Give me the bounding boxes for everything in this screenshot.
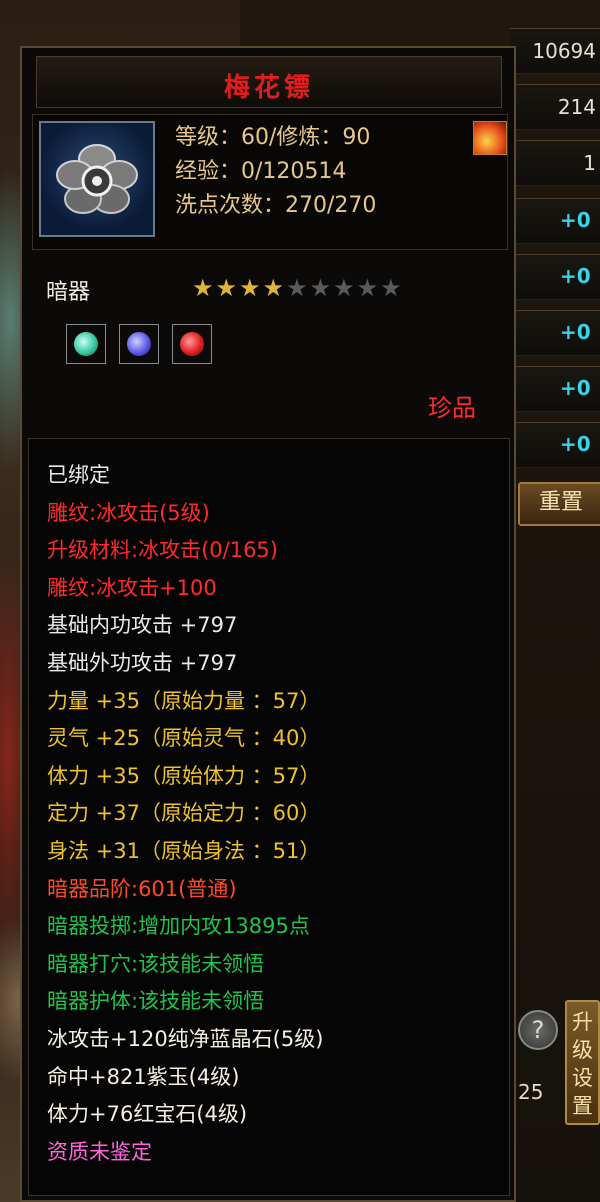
stat-row: 214	[510, 84, 600, 130]
stat-plus-button[interactable]: +0	[560, 320, 591, 344]
counter-value: 25	[518, 1080, 544, 1104]
attribute-line: 定力 +37（原始定力 ：60）	[47, 801, 321, 826]
star-empty-icon: ★	[380, 274, 402, 302]
attribute-line: 身法 +31（原始身法 ：51）	[47, 838, 321, 863]
item-type: 暗器	[46, 280, 91, 305]
attribute-list: 已绑定雕纹:冰攻击(5级) 升级材料:冰攻击(0/165) 雕纹:冰攻击+100 基础…	[47, 457, 323, 1171]
wash-count-line: 洗点次数：270/270	[175, 193, 377, 218]
attribute-line: 体力+76红宝石(4级)	[47, 1102, 248, 1127]
flame-icon	[473, 121, 507, 155]
attribute-line: 暗器打穴:该技能未领悟	[47, 951, 265, 976]
blue-gem-icon	[119, 324, 160, 364]
green-gem-icon	[66, 324, 106, 364]
attribute-line: 资质未鉴定	[47, 1139, 152, 1164]
gem-slots	[66, 324, 220, 368]
item-tooltip: 梅花镖 等级：60/修炼：90 经验：0/120514 洗点次数：270/270…	[20, 46, 516, 1202]
attribute-line: 暗器护体:该技能未领悟	[47, 989, 265, 1014]
stat-plus-button[interactable]: +0	[560, 376, 591, 400]
attribute-line: 力量 +35（原始力量 ：57）	[47, 688, 321, 713]
level-line: 等级：60/修炼：90	[175, 125, 371, 150]
stat-value: 10694	[532, 39, 596, 63]
attribute-line: 灵气 +25（原始灵气 ：40）	[47, 726, 321, 751]
rarity-label: 珍品	[428, 394, 476, 422]
stat-plus-button[interactable]: +0	[560, 264, 591, 288]
attribute-line: 基础内功攻击 +797	[47, 613, 238, 638]
upgrade-settings-button[interactable]: 升级设置	[565, 1000, 600, 1125]
attribute-panel: 已绑定雕纹:冰攻击(5级) 升级材料:冰攻击(0/165) 雕纹:冰攻击+100 基础…	[28, 438, 510, 1196]
plum-blossom-dart-icon	[39, 121, 155, 237]
title-bar: 梅花镖	[36, 56, 502, 108]
attribute-line: 已绑定	[47, 463, 110, 487]
stat-value: 214	[557, 95, 596, 119]
attribute-line: 命中+821紫玉(4级)	[47, 1064, 240, 1089]
star-filled-icon: ★	[192, 274, 214, 302]
star-filled-icon: ★	[239, 274, 261, 302]
attribute-line: 暗器品阶:601(普通)	[47, 876, 237, 901]
attribute-line: 雕纹:冰攻击(5级)	[47, 500, 210, 525]
attribute-line: 体力 +35（原始体力 ：57）	[47, 763, 321, 788]
attribute-line: 升级材料:冰攻击(0/165)	[47, 538, 278, 563]
stat-plus-button[interactable]: +0	[560, 208, 591, 232]
star-filled-icon: ★	[262, 274, 285, 302]
stat-plus-button[interactable]: +0	[560, 432, 591, 456]
star-rating: ★★★★★★★★★	[192, 274, 404, 302]
attribute-line: 基础外功攻击 +797	[47, 650, 238, 675]
stat-row: 1	[510, 140, 600, 186]
attribute-line: 冰攻击+120纯净蓝晶石(5级)	[47, 1026, 324, 1051]
stat-value: 1	[583, 151, 596, 175]
stat-row: 10694	[510, 28, 600, 74]
star-empty-icon: ★	[309, 274, 332, 302]
star-empty-icon: ★	[356, 274, 379, 302]
help-icon[interactable]: ?	[518, 1010, 558, 1050]
star-empty-icon: ★	[286, 274, 308, 302]
attribute-line: 雕纹:冰攻击+100	[47, 575, 217, 600]
item-header: 等级：60/修炼：90 经验：0/120514 洗点次数：270/270	[32, 114, 508, 250]
exp-line: 经验：0/120514	[175, 159, 347, 184]
attribute-line: 暗器投掷:增加内攻13895点	[47, 914, 310, 939]
item-name: 梅花镖	[223, 73, 314, 103]
red-gem-icon	[172, 324, 213, 364]
star-empty-icon: ★	[333, 274, 355, 302]
reset-button[interactable]: 重置	[518, 482, 600, 526]
star-filled-icon: ★	[215, 274, 238, 302]
